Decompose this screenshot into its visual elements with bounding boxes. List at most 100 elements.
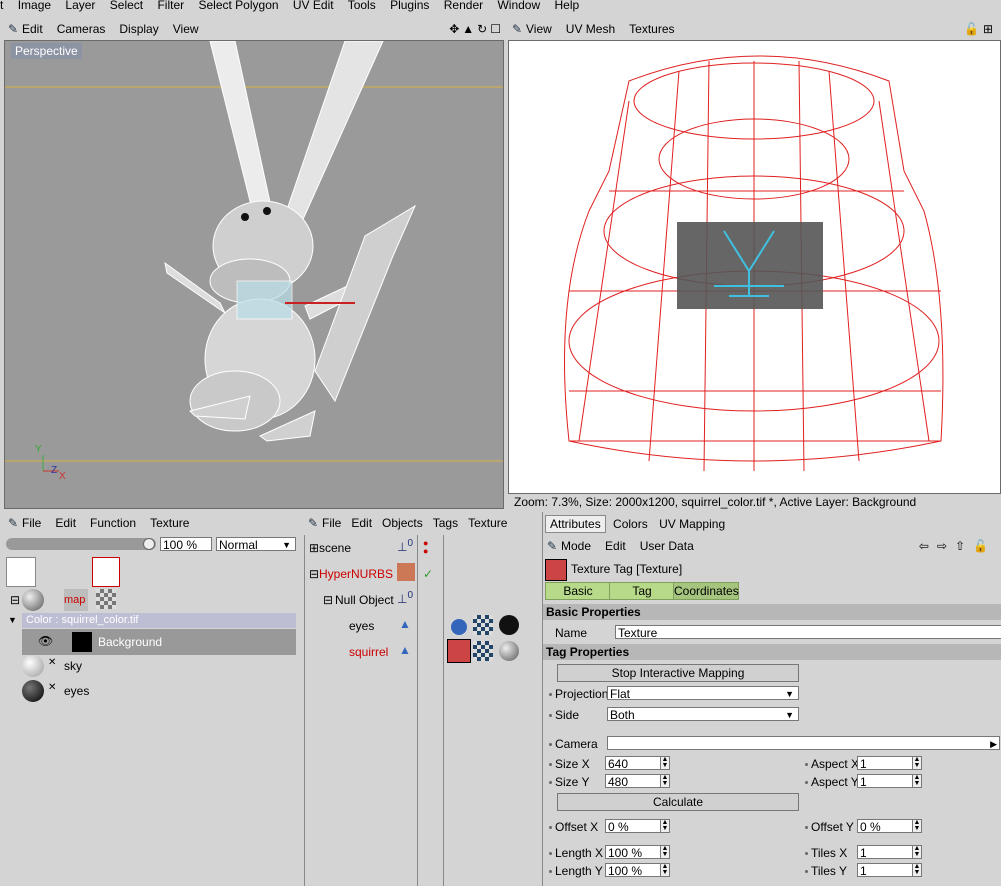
slider-handle[interactable]: [143, 538, 155, 550]
menu-help[interactable]: Help: [555, 0, 580, 12]
subtab-tag[interactable]: Tag: [609, 582, 675, 600]
stop-interactive-mapping-button[interactable]: Stop Interactive Mapping: [557, 664, 799, 682]
pin-icon[interactable]: ✎: [508, 22, 526, 36]
object-eyes[interactable]: eyes: [349, 619, 374, 633]
attr-menu-user-data[interactable]: User Data: [640, 539, 694, 553]
viewport-menu-cameras[interactable]: Cameras: [57, 22, 106, 36]
tiles-x-input[interactable]: 1: [857, 845, 913, 860]
opacity-input[interactable]: 100 %: [160, 537, 212, 552]
aspect-y-stepper[interactable]: ▲ ▼: [912, 774, 922, 788]
object-null[interactable]: Null Object: [335, 593, 394, 607]
opacity-slider[interactable]: [6, 538, 156, 550]
menu-tools[interactable]: Tools: [348, 0, 376, 12]
size-x-stepper[interactable]: ▲ ▼: [660, 756, 670, 770]
object-scene[interactable]: scene: [319, 541, 351, 555]
collapse-icon[interactable]: ⊟: [323, 593, 333, 607]
aspect-x-stepper[interactable]: ▲ ▼: [912, 756, 922, 770]
tab-attributes[interactable]: Attributes: [545, 515, 606, 533]
menu-filter[interactable]: Filter: [157, 0, 184, 12]
viewport-nav-icons[interactable]: ✥▲↻☐: [449, 22, 504, 36]
attr-menu-mode[interactable]: Mode: [561, 539, 591, 553]
viewport-menu-view[interactable]: View: [173, 22, 199, 36]
sky-material-ball[interactable]: [22, 655, 44, 677]
uv-texture-view[interactable]: [508, 40, 1001, 494]
tab-uv-mapping[interactable]: UV Mapping: [655, 516, 729, 532]
tag-icon[interactable]: [451, 619, 467, 635]
collapse-icon[interactable]: ⊟: [309, 567, 319, 581]
blend-mode-select[interactable]: Normal ▼: [216, 537, 296, 552]
object-hypernurbs[interactable]: HyperNURBS: [319, 567, 393, 581]
expand-icon[interactable]: ⊞: [309, 541, 319, 555]
pin-icon[interactable]: ✎: [304, 516, 322, 530]
collapse-icon[interactable]: ⊟: [10, 593, 20, 607]
uv-menu-textures[interactable]: Textures: [629, 22, 674, 36]
size-y-input[interactable]: 480: [605, 774, 661, 789]
tiles-y-input[interactable]: 1: [857, 863, 913, 878]
uv-menu-view[interactable]: View: [526, 22, 552, 36]
layer-path[interactable]: Color : squirrel_color.tif: [22, 613, 296, 628]
check-icon[interactable]: ✓: [423, 567, 433, 581]
aspect-x-input[interactable]: 1: [857, 756, 913, 771]
eye-icon[interactable]: 👁: [38, 634, 53, 648]
attr-menu-edit[interactable]: Edit: [605, 539, 626, 553]
attr-nav-icons[interactable]: ⇦⇨⇧🔓: [919, 539, 996, 553]
menu-window[interactable]: Window: [497, 0, 540, 12]
material-menu-edit[interactable]: Edit: [55, 516, 76, 530]
material-menu-file[interactable]: File: [22, 516, 41, 530]
size-x-input[interactable]: 640: [605, 756, 661, 771]
menu-layer[interactable]: Layer: [65, 0, 95, 12]
menu-plugins[interactable]: Plugins: [390, 0, 429, 12]
object-menu-edit[interactable]: Edit: [351, 516, 372, 530]
offset-y-stepper[interactable]: ▲ ▼: [912, 819, 922, 833]
texture-tag-icon[interactable]: [473, 615, 493, 635]
offset-x-input[interactable]: 0 %: [605, 819, 661, 834]
object-menu-tags[interactable]: Tags: [433, 516, 458, 530]
pin-icon[interactable]: ✎: [4, 516, 22, 530]
size-y-stepper[interactable]: ▲ ▼: [660, 774, 670, 788]
uv-lock-icons[interactable]: 🔓⊞: [964, 22, 997, 36]
expand-arrow-icon[interactable]: ▼: [8, 615, 17, 625]
object-squirrel[interactable]: squirrel: [349, 645, 388, 659]
selected-texture-tag-icon[interactable]: [447, 639, 471, 663]
material-tag-icon[interactable]: [499, 641, 519, 661]
offset-x-stepper[interactable]: ▲ ▼: [660, 819, 670, 833]
subtab-basic[interactable]: Basic: [545, 582, 611, 600]
texture-tag-icon[interactable]: [473, 641, 493, 661]
length-y-stepper[interactable]: ▲ ▼: [660, 863, 670, 877]
calculate-button[interactable]: Calculate: [557, 793, 799, 811]
length-x-stepper[interactable]: ▲ ▼: [660, 845, 670, 859]
material-menu-function[interactable]: Function: [90, 516, 136, 530]
arrow-right-icon[interactable]: ▶: [990, 737, 997, 751]
object-menu-texture[interactable]: Texture: [468, 516, 507, 530]
status-dots[interactable]: ● ●: [423, 539, 428, 556]
pin-icon[interactable]: ✎: [543, 539, 561, 553]
subtab-coordinates[interactable]: Coordinates: [673, 582, 739, 600]
length-x-input[interactable]: 100 %: [605, 845, 661, 860]
layer-row[interactable]: 👁 Background: [22, 629, 296, 655]
menu-select[interactable]: Select: [110, 0, 143, 12]
close-icon[interactable]: ✕: [48, 682, 56, 693]
side-select[interactable]: Both ▼: [607, 707, 799, 722]
eyes-material-ball[interactable]: [22, 680, 44, 702]
object-menu-objects[interactable]: Objects: [382, 516, 423, 530]
offset-y-input[interactable]: 0 %: [857, 819, 913, 834]
menu-select-polygon[interactable]: Select Polygon: [198, 0, 278, 12]
close-icon[interactable]: ✕: [48, 657, 56, 668]
tab-colors[interactable]: Colors: [609, 516, 652, 532]
viewport-menu-display[interactable]: Display: [119, 22, 158, 36]
tiles-y-stepper[interactable]: ▲ ▼: [912, 863, 922, 877]
tiles-x-stepper[interactable]: ▲ ▼: [912, 845, 922, 859]
aspect-y-input[interactable]: 1: [857, 774, 913, 789]
projection-select[interactable]: Flat ▼: [607, 686, 799, 701]
length-y-input[interactable]: 100 %: [605, 863, 661, 878]
menu-uv-edit[interactable]: UV Edit: [293, 0, 334, 12]
new-layer-icon[interactable]: [6, 557, 36, 587]
layer-color-icon[interactable]: [92, 557, 120, 587]
material-tag-icon[interactable]: [499, 615, 519, 635]
camera-link-field[interactable]: ▶: [607, 736, 1000, 750]
viewport-menu-edit[interactable]: Edit: [22, 22, 43, 36]
object-menu-file[interactable]: File: [322, 516, 341, 530]
uv-menu-uv-mesh[interactable]: UV Mesh: [566, 22, 615, 36]
menu-render[interactable]: Render: [444, 0, 483, 12]
menu-image[interactable]: Image: [18, 0, 51, 12]
